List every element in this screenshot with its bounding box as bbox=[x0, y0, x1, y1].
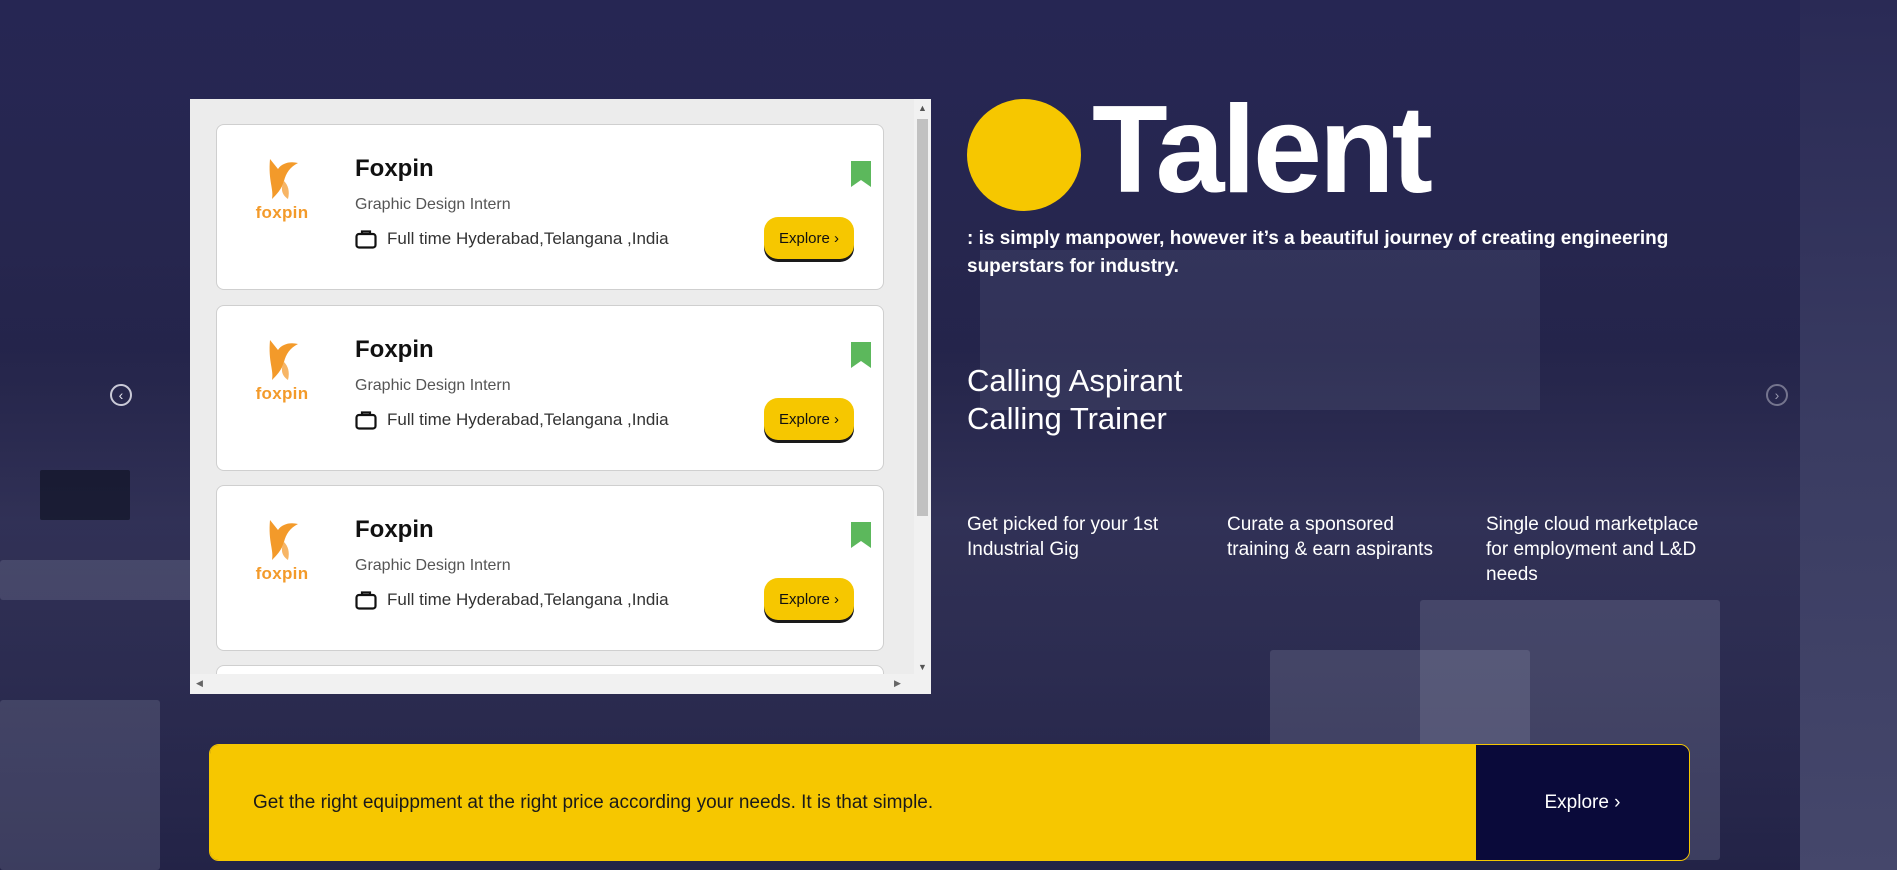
background-desk bbox=[0, 700, 160, 870]
logo-wordmark: foxpin bbox=[255, 564, 309, 583]
carousel-next-button[interactable]: › bbox=[1766, 384, 1788, 406]
carousel-prev-button[interactable]: ‹ bbox=[110, 384, 132, 406]
scrollbar-thumb[interactable] bbox=[917, 119, 928, 516]
calling-trainer: Calling Trainer bbox=[967, 401, 1167, 436]
explore-button[interactable]: Explore › bbox=[764, 217, 854, 259]
feature-text: Curate a sponsored training & earn aspir… bbox=[1227, 514, 1433, 560]
vertical-scrollbar[interactable]: ▲ ▼ bbox=[914, 99, 931, 674]
job-role: Graphic Design Intern bbox=[355, 557, 511, 574]
chevron-left-icon: ‹ bbox=[118, 387, 124, 403]
job-meta-text: Full time Hyderabad,Telangana ,India bbox=[387, 229, 669, 248]
fox-logo-icon bbox=[269, 159, 298, 199]
company-name: Foxpin bbox=[355, 155, 434, 182]
background-edge bbox=[1800, 0, 1897, 870]
scroll-up-icon[interactable]: ▲ bbox=[918, 103, 927, 113]
company-logo: foxpin bbox=[249, 516, 315, 596]
chevron-right-icon: › bbox=[1774, 387, 1780, 403]
cta-banner: Get the right equippment at the right pr… bbox=[209, 744, 1690, 861]
background-monitor bbox=[40, 470, 130, 520]
company-name: Foxpin bbox=[355, 336, 434, 363]
bookmark-icon[interactable] bbox=[851, 161, 871, 187]
job-list-panel[interactable]: foxpin Foxpin Graphic Design Intern Full… bbox=[190, 99, 931, 694]
scroll-left-icon[interactable]: ◀ bbox=[196, 678, 203, 689]
scroll-down-icon[interactable]: ▼ bbox=[918, 662, 927, 672]
job-card[interactable]: foxpin Foxpin Graphic Design Intern Full… bbox=[216, 124, 884, 290]
calling-aspirant: Calling Aspirant bbox=[967, 363, 1183, 398]
feature-text: Single cloud marketplace for employment … bbox=[1486, 514, 1699, 585]
banner-explore-button[interactable]: Explore › bbox=[1476, 745, 1689, 860]
fox-logo-icon bbox=[269, 520, 298, 560]
feature-text: Get picked for your 1st Industrial Gig bbox=[967, 514, 1159, 560]
bookmark-icon[interactable] bbox=[851, 342, 871, 368]
background-desk bbox=[0, 560, 200, 600]
job-meta-text: Full time Hyderabad,Telangana ,India bbox=[387, 590, 669, 609]
briefcase-icon bbox=[355, 230, 377, 249]
scroll-right-icon[interactable]: ▶ bbox=[894, 678, 901, 689]
job-card[interactable]: foxpin Foxpin Graphic Design Intern Full… bbox=[216, 485, 884, 651]
job-meta: Full time Hyderabad,Telangana ,India bbox=[355, 590, 669, 610]
hero-title: Talent bbox=[1092, 81, 1433, 219]
job-meta-text: Full time Hyderabad,Telangana ,India bbox=[387, 410, 669, 429]
calling-heading: Calling Aspirant Calling Trainer bbox=[967, 362, 1182, 438]
company-name: Foxpin bbox=[355, 516, 434, 543]
job-role: Graphic Design Intern bbox=[355, 196, 511, 213]
briefcase-icon bbox=[355, 411, 377, 430]
horizontal-scrollbar[interactable]: ◀ ▶ bbox=[190, 674, 931, 694]
logo-wordmark: foxpin bbox=[255, 384, 309, 403]
company-logo: foxpin bbox=[249, 336, 315, 416]
fox-logo-icon bbox=[269, 340, 298, 380]
company-logo: foxpin bbox=[249, 155, 315, 235]
job-card[interactable]: foxpin Foxpin Graphic Design Intern Full… bbox=[216, 305, 884, 471]
briefcase-icon bbox=[355, 591, 377, 610]
bookmark-icon[interactable] bbox=[851, 522, 871, 548]
logo-wordmark: foxpin bbox=[255, 203, 309, 222]
job-meta: Full time Hyderabad,Telangana ,India bbox=[355, 229, 669, 249]
explore-button[interactable]: Explore › bbox=[764, 398, 854, 440]
job-meta: Full time Hyderabad,Telangana ,India bbox=[355, 410, 669, 430]
explore-button[interactable]: Explore › bbox=[764, 578, 854, 620]
banner-message: Get the right equippment at the right pr… bbox=[210, 745, 1476, 860]
job-role: Graphic Design Intern bbox=[355, 377, 511, 394]
yellow-circle-decoration bbox=[967, 99, 1081, 211]
hero-tagline: : is simply manpower, however it’s a bea… bbox=[967, 228, 1669, 277]
